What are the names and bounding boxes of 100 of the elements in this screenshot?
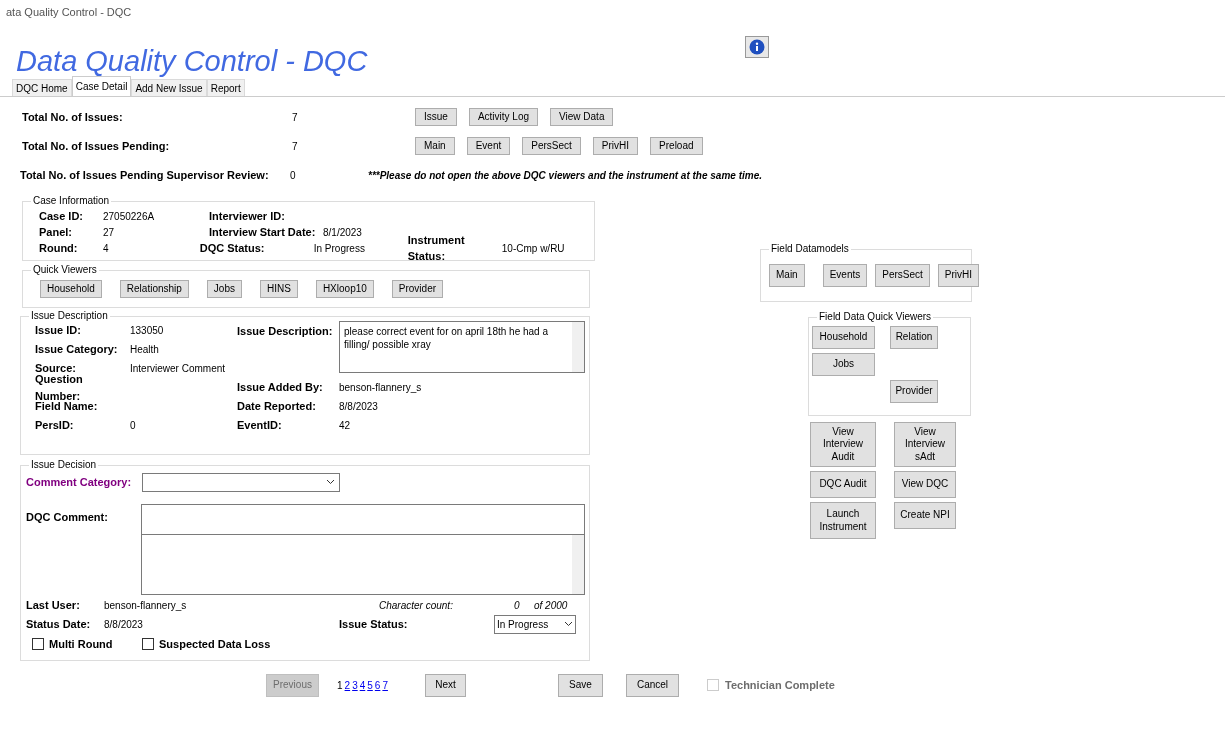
button[interactable]: View Data <box>550 108 614 126</box>
checkbox[interactable] <box>32 638 44 650</box>
field-label: Case ID: <box>39 208 85 224</box>
group-title: Issue Description <box>29 309 110 323</box>
page-link[interactable]: 6 <box>374 677 381 693</box>
button[interactable]: Issue <box>415 108 457 126</box>
tab[interactable]: Report <box>206 79 245 96</box>
tab[interactable]: Add New Issue <box>131 79 207 96</box>
field-label: Source: <box>35 361 77 375</box>
checkbox-label: Multi Round <box>49 636 113 652</box>
button[interactable]: View Interview Audit <box>810 422 876 467</box>
field-value: 4 <box>103 241 109 256</box>
field-value: In Progress <box>313 241 365 256</box>
summary-label: Total No. of Issues Pending: <box>21 138 171 154</box>
comment-input-field[interactable] <box>141 504 585 535</box>
character-count: 0 <box>514 598 521 613</box>
description-text: please correct event for on april 18th he had a filling/ possible xray <box>343 325 550 352</box>
tab[interactable]: DQC Home <box>12 79 72 96</box>
button[interactable]: Household <box>812 326 875 349</box>
field-label: Issue Added By: <box>237 380 324 396</box>
button[interactable]: Relation <box>890 326 938 349</box>
button[interactable]: Provider <box>890 380 938 403</box>
scrollbar[interactable] <box>572 535 584 594</box>
scrollbar[interactable] <box>572 322 584 372</box>
character-limit: of 2000 <box>534 598 568 613</box>
button[interactable]: Provider <box>391 280 444 298</box>
group-title: Quick Viewers <box>31 263 99 277</box>
button[interactable]: PrivHI <box>592 137 639 155</box>
tab[interactable]: Case Detail <box>71 76 132 96</box>
button[interactable]: Save <box>558 673 603 697</box>
field-value: Health <box>130 343 159 357</box>
field-label: Round: <box>39 240 79 256</box>
field-value: 42 <box>339 419 351 433</box>
summary-value: 7 <box>292 110 299 125</box>
checkbox[interactable] <box>142 638 154 650</box>
chevron-down-icon <box>326 479 335 485</box>
field-label: Comment Category: <box>26 474 133 490</box>
button[interactable]: View DQC <box>894 471 956 498</box>
field-value: 10-Cmp w/RU <box>501 241 565 256</box>
button[interactable]: View Interview sAdt <box>894 422 956 467</box>
field-label: Issue ID: <box>35 323 82 339</box>
field-value: benson-flannery_s <box>339 381 422 395</box>
issue-status-dropdown[interactable]: In Progress <box>494 614 576 634</box>
summary-value: 7 <box>292 139 299 154</box>
page-link[interactable]: 3 <box>352 677 358 693</box>
button[interactable]: Next <box>425 673 466 697</box>
field-value: 133050 <box>130 324 164 338</box>
checkbox-label: Suspected Data Loss <box>159 636 271 652</box>
field-value: 8/1/2023 <box>323 225 362 240</box>
notice-text: ***Please do not open the above DQC viewers and the instrument at the same time. <box>368 168 762 183</box>
checkbox-label: Technician Complete <box>725 677 835 693</box>
field-label: PersID: <box>35 418 75 434</box>
page-link[interactable]: 1 <box>337 677 343 693</box>
field-value: Interviewer Comment <box>130 362 226 376</box>
button[interactable]: Activity Log <box>468 108 539 126</box>
field-value: benson-flannery_s <box>104 598 188 613</box>
button[interactable]: HINS <box>260 280 298 298</box>
button[interactable]: PersSect <box>522 137 581 155</box>
button[interactable]: Jobs <box>812 353 875 376</box>
summary-label: Total No. of Issues Pending Supervisor Review: <box>19 167 270 183</box>
button[interactable]: Cancel <box>626 673 679 697</box>
button[interactable]: Main <box>415 137 455 155</box>
page-link[interactable]: 4 <box>359 677 366 693</box>
button[interactable]: Household <box>40 280 102 298</box>
button[interactable]: PersSect <box>875 264 930 287</box>
button[interactable]: Events <box>822 264 868 287</box>
comment-text-area[interactable] <box>141 535 585 595</box>
button[interactable]: Relationship <box>119 280 189 298</box>
field-label: Issue Status: <box>339 616 409 632</box>
button[interactable]: Launch Instrument <box>810 502 876 539</box>
character-count-label: Character count: <box>379 598 454 613</box>
button[interactable]: Main <box>769 264 805 287</box>
field-label: DQC Status: <box>199 240 266 256</box>
button[interactable]: Create NPI <box>894 502 956 529</box>
info-icon[interactable] <box>745 36 769 58</box>
field-label: Interview Start Date: <box>209 224 317 240</box>
field-label: Instrument Status: <box>407 232 466 264</box>
button[interactable]: PrivHI <box>937 264 980 287</box>
group-title: Field Data Quick Viewers <box>817 310 934 324</box>
summary-value: 0 <box>290 168 297 183</box>
page-link[interactable]: 7 <box>382 677 388 693</box>
page-link[interactable]: 5 <box>367 677 373 693</box>
field-label: Status Date: <box>26 616 92 632</box>
button[interactable]: DQC Audit <box>810 471 876 498</box>
button[interactable]: Jobs <box>206 280 242 298</box>
button[interactable]: HXloop10 <box>315 280 374 298</box>
button[interactable]: Event <box>466 137 511 155</box>
field-label: Question Number: <box>35 372 84 402</box>
field-label: Interviewer ID: <box>209 208 286 224</box>
field-value: 27 <box>103 225 115 240</box>
field-label: EventID: <box>237 418 283 434</box>
field-label: Issue Description: <box>237 324 334 339</box>
field-label: Last User: <box>26 597 81 613</box>
field-label: DQC Comment: <box>26 511 108 523</box>
page-link[interactable]: 2 <box>344 677 351 693</box>
comment-category-dropdown[interactable] <box>142 472 340 492</box>
window-title: ata Quality Control - DQC <box>5 5 133 20</box>
summary-label: Total No. of Issues: <box>21 109 124 125</box>
description-text-area[interactable]: please correct event for on april 18th he had a filling/ possible xray <box>339 321 585 373</box>
button[interactable]: Preload <box>650 137 703 155</box>
